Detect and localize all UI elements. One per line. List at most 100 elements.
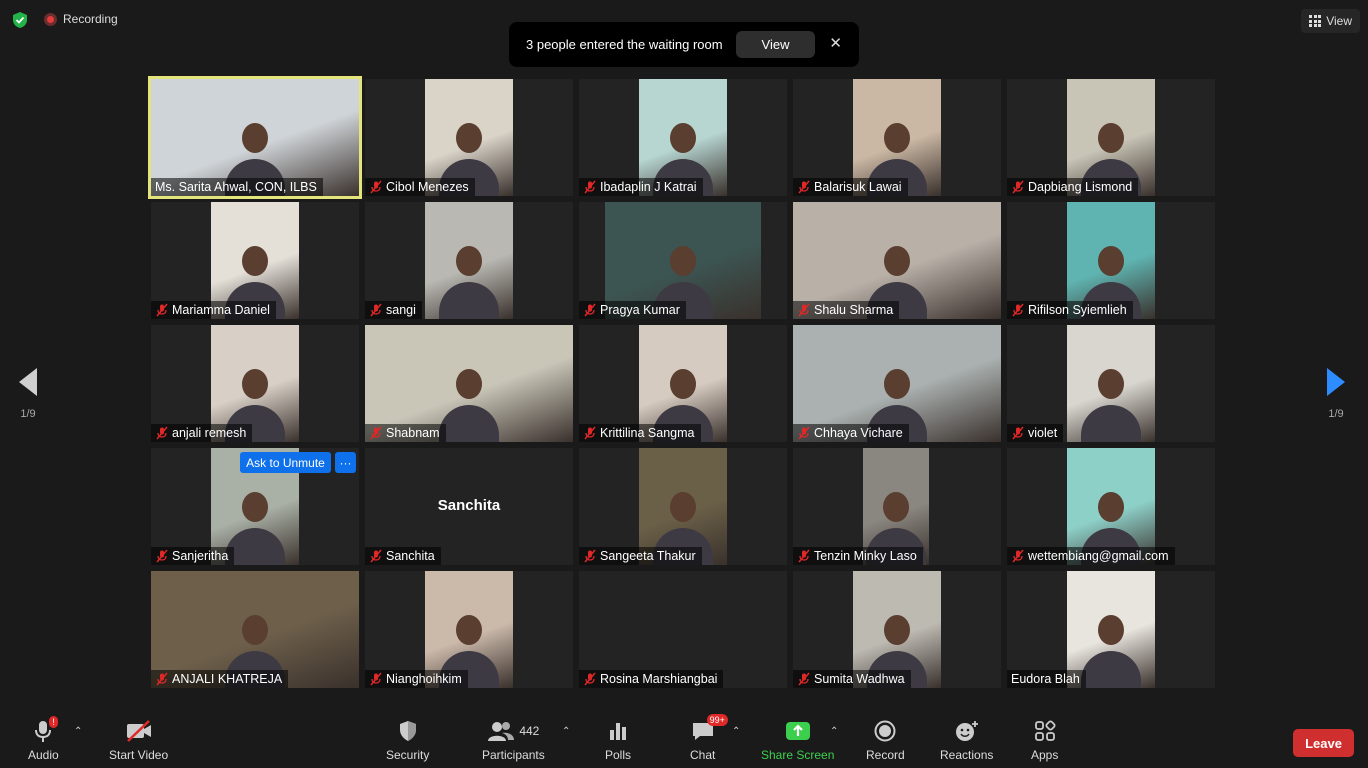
polls-button[interactable]: Polls — [605, 718, 631, 762]
person-silhouette — [884, 123, 910, 154]
participant-name: Shalu Sharma — [814, 303, 894, 317]
person-silhouette — [884, 246, 910, 277]
person-silhouette — [456, 369, 482, 400]
muted-microphone-icon — [156, 672, 168, 686]
participant-tile[interactable]: Chhaya Vichare — [793, 325, 1001, 442]
person-silhouette — [456, 246, 482, 277]
participant-tile[interactable]: Sangeeta Thakur — [579, 448, 787, 565]
person-silhouette — [1098, 492, 1124, 523]
participant-tile[interactable]: Balarisuk Lawai — [793, 79, 1001, 196]
participant-tile[interactable]: Rifilson Syiemlieh — [1007, 202, 1215, 319]
participant-tile[interactable]: ANJALI KHATREJA — [151, 571, 359, 688]
person-silhouette — [1098, 615, 1124, 646]
participant-tile[interactable]: Dapbiang Lismond — [1007, 79, 1215, 196]
apps-button[interactable]: Apps — [1031, 718, 1058, 762]
muted-microphone-icon — [798, 549, 810, 563]
record-icon — [874, 718, 896, 744]
audio-options-chevron-icon[interactable]: ⌃ — [74, 726, 82, 737]
record-label: Record — [866, 748, 905, 762]
video-off-icon — [125, 718, 153, 744]
participant-tile[interactable]: Nianghoihkim — [365, 571, 573, 688]
participant-tile[interactable]: Sanchita Sanchita — [365, 448, 573, 565]
more-options-button[interactable]: ··· — [335, 452, 356, 473]
previous-page-button[interactable]: 1/9 — [13, 368, 43, 420]
participant-name: Ibadaplin J Katrai — [600, 180, 697, 194]
person-body-silhouette — [1081, 650, 1141, 688]
participant-tile[interactable]: sangi — [365, 202, 573, 319]
participant-name-label: Cibol Menezes — [365, 178, 475, 196]
audio-button[interactable]: ! Audio — [28, 716, 59, 762]
view-menu-button[interactable]: View — [1301, 9, 1360, 33]
leave-button[interactable]: Leave — [1293, 729, 1354, 757]
participant-tile[interactable]: Shabnam — [365, 325, 573, 442]
participant-name: Mariamma Daniel — [172, 303, 270, 317]
participant-tile[interactable]: violet — [1007, 325, 1215, 442]
participant-tile[interactable]: Eudora Blah — [1007, 571, 1215, 688]
security-button[interactable]: Security — [386, 718, 429, 762]
person-silhouette — [242, 615, 268, 646]
participant-tile[interactable]: Krittilina Sangma — [579, 325, 787, 442]
record-button[interactable]: Record — [866, 718, 905, 762]
participant-count: 442 — [519, 724, 540, 738]
participant-tile[interactable]: Cibol Menezes — [365, 79, 573, 196]
close-icon[interactable]: ✕ — [829, 34, 842, 52]
arrow-right-icon — [1327, 368, 1345, 396]
participant-name-label: Ibadaplin J Katrai — [579, 178, 703, 196]
chat-label: Chat — [690, 748, 716, 762]
participant-tile[interactable]: Mariamma Daniel — [151, 202, 359, 319]
chat-icon: 99+ — [691, 714, 728, 744]
participant-tile[interactable]: Sumita Wadhwa — [793, 571, 1001, 688]
participant-name: violet — [1028, 426, 1058, 440]
participant-name-label: Sumita Wadhwa — [793, 670, 911, 688]
waiting-room-notification: 3 people entered the waiting room View ✕ — [509, 22, 859, 67]
muted-microphone-icon — [1012, 549, 1024, 563]
ask-to-unmute-button[interactable]: Ask to Unmute — [240, 452, 331, 473]
meeting-toolbar: ! Audio ⌃ Start Video Security 442 Parti… — [0, 712, 1368, 768]
muted-microphone-icon — [584, 672, 596, 686]
notification-view-button[interactable]: View — [736, 31, 815, 58]
next-page-button[interactable]: 1/9 — [1321, 368, 1351, 420]
participant-name-label: Sanjeritha — [151, 547, 235, 565]
participant-name: Krittilina Sangma — [600, 426, 695, 440]
muted-microphone-icon — [584, 549, 596, 563]
participant-tile[interactable]: Pragya Kumar — [579, 202, 787, 319]
participants-options-chevron-icon[interactable]: ⌃ — [562, 726, 570, 737]
participant-tile[interactable]: Shalu Sharma — [793, 202, 1001, 319]
recording-indicator[interactable]: Recording — [44, 12, 118, 26]
reactions-button[interactable]: Reactions — [940, 718, 993, 762]
person-silhouette — [1098, 246, 1124, 277]
participant-tile[interactable]: Tenzin Minky Laso — [793, 448, 1001, 565]
person-body-silhouette — [1081, 404, 1141, 442]
participant-name-label: Mariamma Daniel — [151, 301, 276, 319]
page-indicator-left: 1/9 — [20, 408, 36, 420]
person-silhouette — [456, 615, 482, 646]
participant-name-label: Tenzin Minky Laso — [793, 547, 923, 565]
participant-name-label: Pragya Kumar — [579, 301, 686, 319]
muted-microphone-icon — [1012, 426, 1024, 440]
participant-video-feed — [1067, 325, 1155, 442]
participants-button[interactable]: 442 Participants — [482, 718, 545, 762]
apps-label: Apps — [1031, 748, 1059, 762]
share-options-chevron-icon[interactable]: ⌃ — [830, 726, 838, 737]
person-silhouette — [242, 369, 268, 400]
reactions-icon — [955, 718, 979, 744]
chat-button[interactable]: 99+ Chat — [690, 714, 728, 762]
start-video-button[interactable]: Start Video — [109, 718, 168, 762]
muted-microphone-icon — [1012, 303, 1024, 317]
muted-microphone-icon — [1012, 180, 1024, 194]
chat-options-chevron-icon[interactable]: ⌃ — [732, 726, 740, 737]
arrow-left-icon — [19, 368, 37, 396]
share-screen-button[interactable]: Share Screen — [761, 718, 834, 762]
muted-microphone-icon — [584, 303, 596, 317]
shield-icon — [397, 718, 419, 744]
muted-microphone-icon — [370, 426, 382, 440]
participant-name-label: violet — [1007, 424, 1064, 442]
participant-tile[interactable]: Rosina Marshiangbai — [579, 571, 787, 688]
share-screen-icon — [785, 718, 811, 744]
participant-name-label: Shalu Sharma — [793, 301, 900, 319]
participant-tile[interactable]: Ibadaplin J Katrai — [579, 79, 787, 196]
participant-tile[interactable]: Ms. Sarita Ahwal, CON, ILBS — [148, 76, 362, 199]
participant-tile[interactable]: wettembiang@gmail.com — [1007, 448, 1215, 565]
security-shield-icon[interactable] — [11, 11, 29, 29]
participant-tile[interactable]: anjali remesh — [151, 325, 359, 442]
